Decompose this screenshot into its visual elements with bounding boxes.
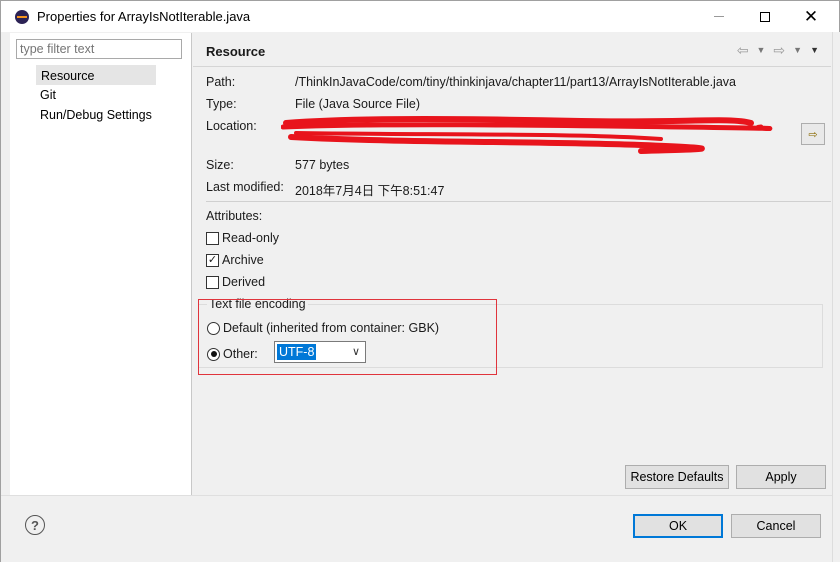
eclipse-icon: [15, 10, 29, 24]
location-redaction: [281, 116, 773, 154]
archive-checkbox-row[interactable]: ✓ Archive: [206, 251, 264, 269]
encoding-select[interactable]: UTF-8 ∨: [274, 341, 366, 363]
background-scrollbar: [832, 32, 840, 562]
close-icon: ✕: [803, 7, 819, 26]
sidebar-item-run-debug-settings[interactable]: Run/Debug Settings: [36, 105, 156, 125]
restore-defaults-button[interactable]: Restore Defaults: [625, 465, 729, 489]
sidebar: Resource Git Run/Debug Settings: [10, 33, 192, 495]
back-menu-icon[interactable]: ▼: [757, 42, 766, 58]
other-encoding-row[interactable]: Other:: [207, 345, 258, 363]
modified-label: Last modified:: [206, 180, 284, 194]
maximize-icon: [760, 11, 770, 22]
help-icon[interactable]: ?: [25, 515, 45, 535]
location-label: Location:: [206, 119, 257, 133]
properties-dialog: Properties for ArrayIsNotIterable.java ✕…: [0, 0, 840, 562]
minimize-button[interactable]: [696, 1, 742, 32]
attributes-label: Attributes:: [206, 209, 263, 223]
forward-menu-icon[interactable]: ▼: [793, 42, 802, 58]
other-encoding-radio[interactable]: [207, 347, 220, 361]
close-button[interactable]: ✕: [788, 1, 834, 32]
derived-label: Derived: [222, 275, 266, 289]
window-title: Properties for ArrayIsNotIterable.java: [37, 9, 251, 24]
open-location-button[interactable]: ⇨: [801, 123, 825, 145]
apply-button[interactable]: Apply: [736, 465, 826, 489]
archive-checkbox[interactable]: ✓: [206, 253, 219, 267]
back-arrow-icon[interactable]: ⇦: [737, 42, 749, 58]
view-menu-icon[interactable]: ▼: [810, 42, 819, 58]
type-value: File (Java Source File): [295, 97, 421, 111]
derived-checkbox-row[interactable]: Derived: [206, 273, 265, 291]
ok-button[interactable]: OK: [633, 514, 723, 538]
size-value: 577 bytes: [295, 158, 350, 172]
filter-input[interactable]: [16, 39, 182, 59]
path-label: Path:: [206, 75, 236, 89]
resource-page: Resource ⇦ ▼ ⇨ ▼ ▼ Path: /ThinkInJavaCod…: [193, 33, 831, 495]
page-title: Resource: [206, 44, 266, 59]
default-encoding-label: Default (inherited from container: GBK): [223, 321, 440, 335]
cancel-button[interactable]: Cancel: [731, 514, 821, 538]
forward-arrow-icon[interactable]: ⇨: [773, 42, 785, 58]
nav-buttons: ⇦ ▼ ⇨ ▼ ▼: [737, 42, 819, 58]
separator: [206, 201, 831, 202]
encoding-select-value: UTF-8: [277, 344, 317, 360]
readonly-label: Read-only: [222, 231, 279, 245]
readonly-checkbox[interactable]: [206, 231, 219, 245]
other-encoding-label: Other:: [223, 347, 258, 361]
checkmark-icon: ✓: [207, 253, 218, 266]
size-label: Size:: [206, 158, 234, 172]
chevron-down-icon: ∨: [351, 346, 360, 358]
default-encoding-radio[interactable]: [207, 321, 220, 335]
open-folder-icon: ⇨: [808, 128, 818, 141]
sidebar-item-resource[interactable]: Resource: [36, 65, 156, 85]
page-header: Resource ⇦ ▼ ⇨ ▼ ▼: [193, 33, 831, 67]
derived-checkbox[interactable]: [206, 275, 219, 289]
encoding-group-label: Text file encoding: [207, 297, 308, 311]
encoding-group: Text file encoding Default (inherited fr…: [198, 297, 823, 368]
modified-value: 2018年7月4日 下午8:51:47: [295, 184, 445, 198]
path-value: /ThinkInJavaCode/com/tiny/thinkinjava/ch…: [295, 75, 736, 89]
title-bar[interactable]: Properties for ArrayIsNotIterable.java ✕: [1, 1, 839, 32]
maximize-button[interactable]: [742, 1, 788, 32]
minimize-icon: [714, 16, 724, 17]
readonly-checkbox-row[interactable]: Read-only: [206, 229, 279, 247]
sidebar-item-git[interactable]: Git: [36, 85, 156, 105]
type-label: Type:: [206, 97, 237, 111]
archive-label: Archive: [222, 253, 264, 267]
property-page-tree: Resource Git Run/Debug Settings: [36, 65, 156, 125]
dialog-button-bar: ? OK Cancel: [1, 495, 839, 562]
default-encoding-row[interactable]: Default (inherited from container: GBK): [207, 319, 439, 337]
